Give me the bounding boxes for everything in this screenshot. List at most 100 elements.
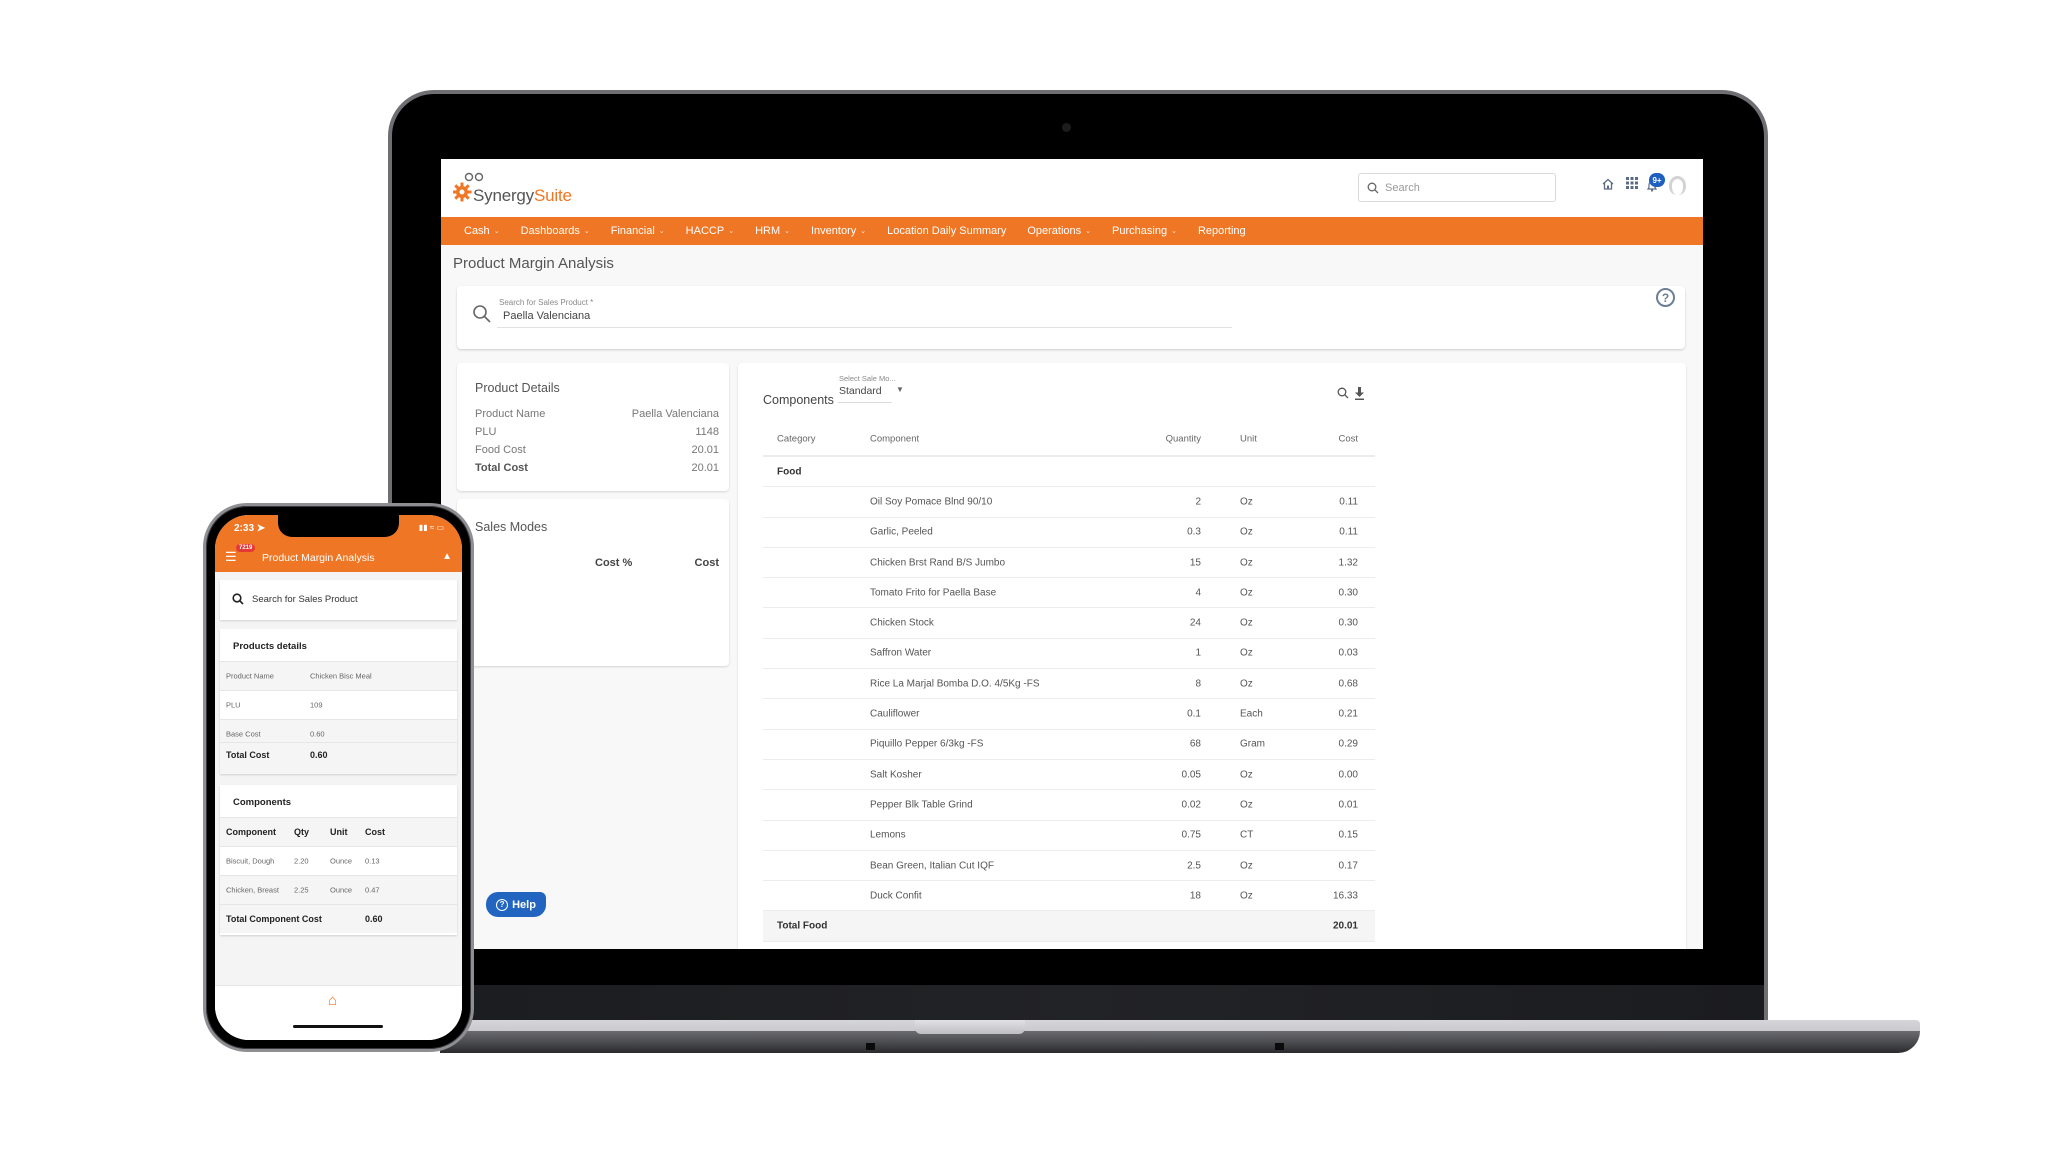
table-row: Saffron Water 1 Oz 0.03 bbox=[763, 639, 1375, 670]
chevron-down-icon: ⌄ bbox=[658, 228, 665, 235]
unit-cell: Oz bbox=[1240, 557, 1253, 569]
table-row: Piquillo Pepper 6/3kg -FS 68 Gram 0.29 bbox=[763, 730, 1375, 760]
quantity-cell: 0.02 bbox=[1181, 799, 1201, 811]
phone-details-title: Products details bbox=[233, 641, 307, 652]
quantity-cell: 24 bbox=[1189, 617, 1201, 629]
phone-search-placeholder[interactable]: Search for Sales Product bbox=[252, 594, 358, 605]
home-indicator bbox=[293, 1025, 383, 1028]
download-icon[interactable] bbox=[1354, 387, 1365, 400]
product-search-card: Search for Sales Product * Paella Valenc… bbox=[457, 286, 1685, 349]
bell-icon[interactable]: ▲ bbox=[442, 551, 452, 562]
unit-cell: Oz bbox=[1240, 647, 1253, 659]
main-nav: Cash ⌄ Dashboards ⌄ Financial ⌄ HACCP ⌄ HRM ⌄… bbox=[441, 217, 1703, 245]
phone-bottom-bar: ⌂ bbox=[215, 985, 462, 1040]
nav-item-dashboards[interactable]: Dashboards ⌄ bbox=[521, 225, 590, 237]
laptop-opening-notch bbox=[915, 1020, 1025, 1034]
total-value: 20.01 bbox=[1332, 920, 1358, 932]
quantity-cell: 2 bbox=[1195, 496, 1201, 508]
search-icon[interactable] bbox=[1337, 387, 1349, 399]
laptop-screen: SynergySuite 9+ Cash⌄ bbox=[441, 159, 1703, 949]
header-search-box[interactable] bbox=[1358, 173, 1556, 202]
unit-cell: Oz bbox=[1240, 617, 1253, 629]
avatar-icon[interactable] bbox=[1669, 176, 1686, 195]
sale-mode-select-label: Select Sale Mo... bbox=[839, 374, 896, 383]
help-button[interactable]: ? Help bbox=[486, 892, 546, 917]
home-icon[interactable] bbox=[1601, 177, 1615, 191]
phone-total-cost-row: Total Cost 0.60 bbox=[220, 742, 457, 768]
menu-badge: 7219 bbox=[236, 544, 256, 552]
nav-item-hrm[interactable]: HRM ⌄ bbox=[755, 225, 790, 237]
column-header-cost[interactable]: Cost bbox=[1338, 434, 1358, 445]
header-search-input[interactable] bbox=[1385, 181, 1535, 194]
quantity-cell: 1 bbox=[1195, 647, 1201, 659]
nav-item-cash[interactable]: Cash ⌄ bbox=[464, 225, 500, 237]
nav-item-haccp[interactable]: HACCP ⌄ bbox=[686, 225, 734, 237]
unit-cell: Oz bbox=[1240, 678, 1253, 690]
product-details-title: Product Details bbox=[475, 381, 560, 395]
unit-cell: Oz bbox=[1240, 526, 1253, 538]
phone-search-card[interactable]: Search for Sales Product bbox=[220, 580, 457, 620]
component-cell: Duck Confit bbox=[870, 890, 922, 902]
synergysuite-logo[interactable]: SynergySuite bbox=[453, 169, 572, 209]
components-table: Category Component Quantity Unit Cost Fo… bbox=[763, 423, 1375, 942]
nav-item-financial[interactable]: Financial ⌄ bbox=[611, 225, 665, 237]
components-title: Components bbox=[763, 393, 834, 407]
component-cell: Saffron Water bbox=[870, 647, 932, 659]
phone-component-row: Biscuit, Dough 2.20 Ounce 0.13 bbox=[220, 846, 457, 875]
chevron-down-icon: ⌄ bbox=[860, 228, 867, 235]
table-row: Lemons 0.75 CT 0.15 bbox=[763, 821, 1375, 851]
select-underline bbox=[838, 402, 892, 403]
nav-item-inventory[interactable]: Inventory ⌄ bbox=[811, 225, 866, 237]
dropdown-caret-icon[interactable]: ▼ bbox=[896, 385, 904, 394]
column-header-category[interactable]: Category bbox=[777, 434, 816, 445]
cost-cell: 1.32 bbox=[1338, 557, 1358, 569]
home-icon[interactable]: ⌂ bbox=[328, 992, 337, 1009]
component-cell: Tomato Frito for Paella Base bbox=[870, 587, 997, 599]
product-search-input[interactable]: Paella Valenciana bbox=[503, 310, 590, 322]
cost-cell: 0.30 bbox=[1338, 587, 1358, 599]
phone-components-header: Component Qty Unit Cost bbox=[220, 817, 457, 846]
detail-row: Product Name Paella Valenciana bbox=[475, 408, 719, 420]
unit-cell: Oz bbox=[1240, 860, 1253, 871]
quantity-cell: 2.5 bbox=[1187, 860, 1201, 871]
column-header-cost[interactable]: Cost bbox=[695, 557, 719, 569]
laptop-chin bbox=[392, 985, 1764, 1020]
table-row: Duck Confit 18 Oz 16.33 bbox=[763, 881, 1375, 912]
component-cell: Oil Soy Pomace Blnd 90/10 bbox=[870, 496, 993, 508]
table-row: Oil Soy Pomace Blnd 90/10 2 Oz 0.11 bbox=[763, 487, 1375, 518]
sale-mode-select[interactable]: Standard bbox=[839, 385, 882, 397]
column-header-quantity[interactable]: Quantity bbox=[1166, 434, 1201, 445]
nav-item-location-daily-summary[interactable]: Location Daily Summary bbox=[887, 225, 1006, 237]
quantity-cell: 0.75 bbox=[1181, 829, 1201, 841]
column-header-unit[interactable]: Unit bbox=[1240, 434, 1257, 445]
column-header-cost-percent[interactable]: Cost % bbox=[595, 557, 632, 569]
component-cell: Rice La Marjal Bomba D.O. 4/5Kg -FS bbox=[870, 678, 1040, 690]
page-title: Product Margin Analysis bbox=[453, 255, 614, 272]
table-row: Rice La Marjal Bomba D.O. 4/5Kg -FS 8 Oz 0.… bbox=[763, 669, 1375, 700]
app-header: SynergySuite 9+ bbox=[441, 159, 1703, 217]
total-row: Total Food 20.01 bbox=[763, 911, 1375, 942]
phone-notch bbox=[278, 515, 399, 537]
nav-item-reporting[interactable]: Reporting bbox=[1198, 225, 1246, 237]
apps-grid-icon[interactable] bbox=[1626, 177, 1638, 189]
table-row: Bean Green, Italian Cut IQF 2.5 Oz 0.17 bbox=[763, 851, 1375, 882]
quantity-cell: 8 bbox=[1195, 678, 1201, 690]
cost-cell: 0.68 bbox=[1338, 678, 1358, 690]
column-header-component[interactable]: Component bbox=[870, 434, 919, 445]
help-circle-icon[interactable]: ? bbox=[1656, 288, 1675, 307]
unit-cell: Oz bbox=[1240, 890, 1253, 902]
chevron-down-icon: ⌄ bbox=[728, 228, 735, 235]
unit-cell: Oz bbox=[1240, 769, 1253, 781]
nav-item-operations[interactable]: Operations ⌄ bbox=[1027, 225, 1091, 237]
notification-badge: 9+ bbox=[1649, 173, 1665, 187]
cost-cell: 0.00 bbox=[1338, 769, 1358, 781]
hamburger-menu-icon[interactable]: ☰ bbox=[225, 549, 237, 565]
search-icon bbox=[473, 305, 491, 323]
component-cell: Salt Kosher bbox=[870, 769, 922, 781]
laptop-base bbox=[440, 1020, 1920, 1031]
nav-item-purchasing[interactable]: Purchasing ⌄ bbox=[1112, 225, 1177, 237]
input-underline bbox=[497, 327, 1232, 328]
table-row: Chicken Stock 24 Oz 0.30 bbox=[763, 608, 1375, 639]
quantity-cell: 15 bbox=[1189, 557, 1201, 569]
phone-components-title: Components bbox=[233, 797, 292, 808]
